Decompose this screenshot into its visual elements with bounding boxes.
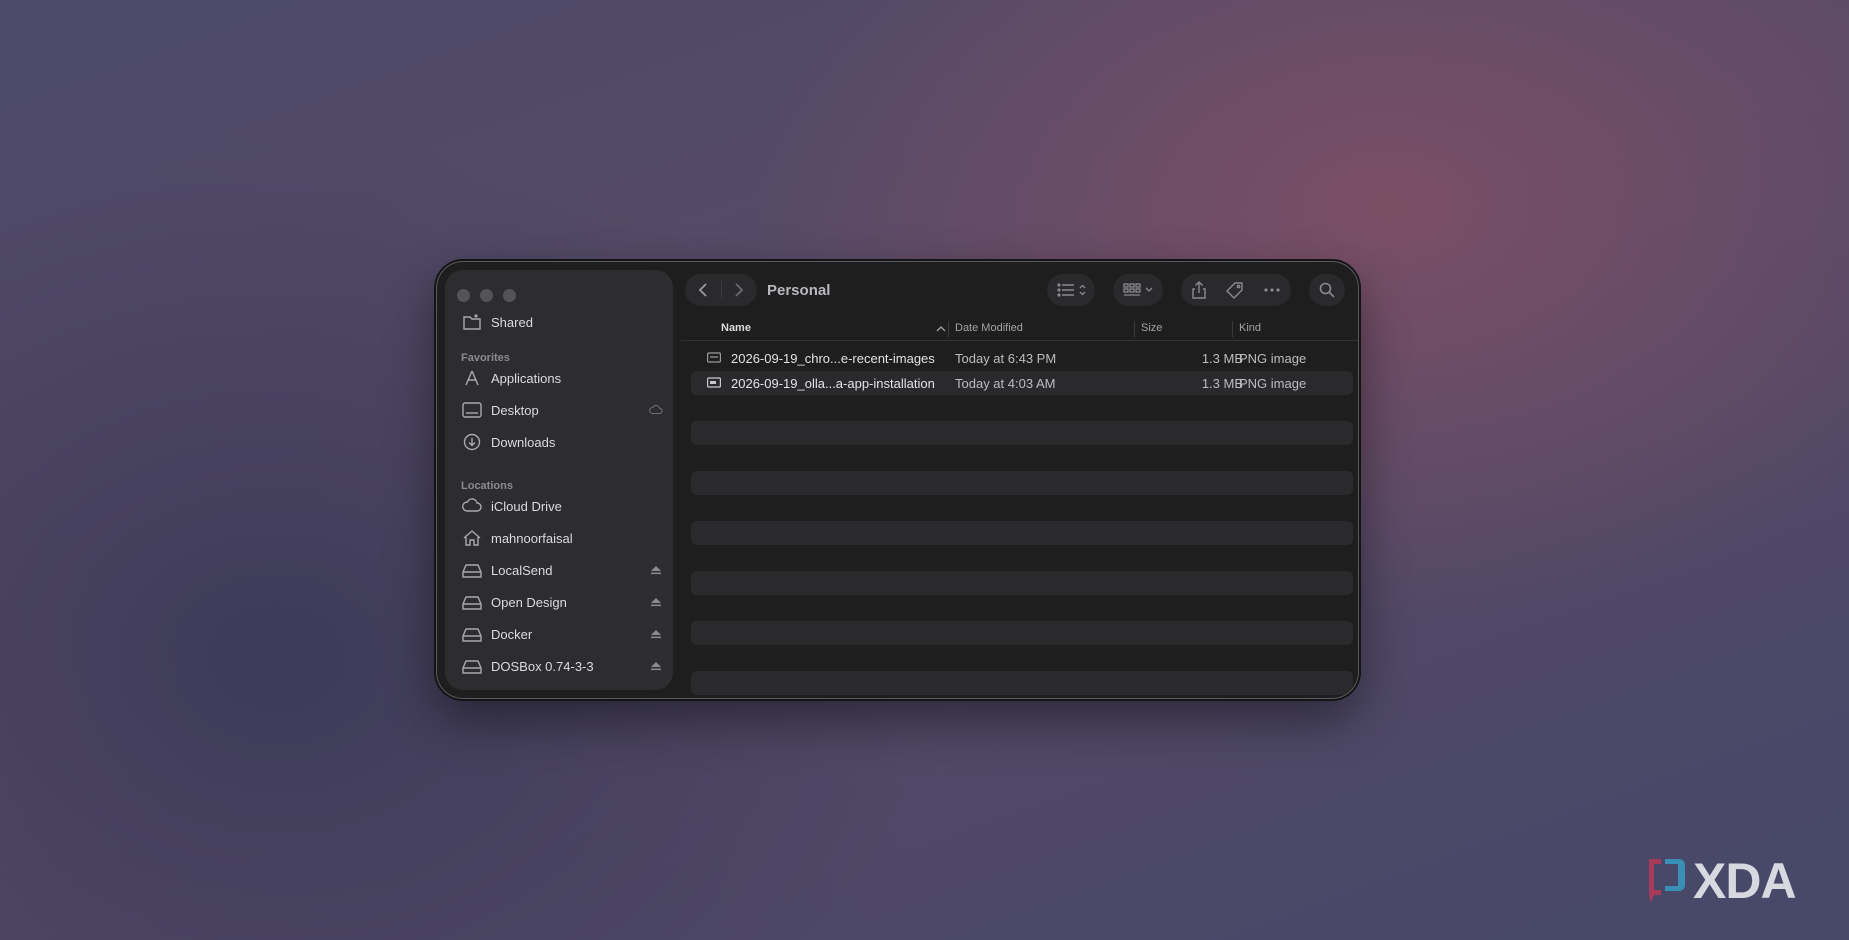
- eject-icon[interactable]: [649, 563, 663, 577]
- eject-icon[interactable]: [649, 627, 663, 641]
- sidebar-item-dosbox[interactable]: DOSBox 0.74-3-3: [461, 654, 665, 678]
- empty-row-stripe: [691, 521, 1353, 545]
- favorites-header: Favorites: [461, 352, 510, 364]
- chevron-right-icon: [735, 283, 744, 297]
- sidebar-item-applications[interactable]: Applications: [461, 366, 665, 390]
- column-kind[interactable]: Kind: [1239, 322, 1261, 334]
- locations-header: Locations: [461, 480, 513, 492]
- table-row[interactable]: 2026-09-19_chro...e-recent-images Today …: [691, 346, 1353, 370]
- view-mode-button[interactable]: [1047, 274, 1095, 306]
- applications-icon: [461, 369, 483, 387]
- file-size: 1.3 MB: [1201, 376, 1243, 391]
- drive-icon: [461, 561, 483, 579]
- empty-row-stripe: [691, 571, 1353, 595]
- drive-icon: [461, 593, 483, 611]
- forward-button[interactable]: [721, 274, 757, 306]
- eject-icon[interactable]: [649, 595, 663, 609]
- search-icon: [1319, 282, 1335, 298]
- column-header: Name Date Modified Size Kind: [681, 317, 1358, 341]
- file-date: Today at 6:43 PM: [955, 351, 1057, 366]
- chevron-left-icon: [698, 283, 707, 297]
- sidebar-item-desktop[interactable]: Desktop: [461, 398, 665, 422]
- eject-icon[interactable]: [649, 659, 663, 673]
- desktop-icon: [461, 401, 483, 419]
- file-size: 1.3 MB: [1201, 351, 1243, 366]
- icloud-sync-icon: [649, 404, 663, 415]
- sidebar-item-docker[interactable]: Docker: [461, 622, 665, 646]
- home-icon: [461, 529, 483, 547]
- sidebar-item-label: Applications: [491, 370, 562, 386]
- file-kind: PNG image: [1239, 376, 1307, 391]
- downloads-icon: [461, 433, 483, 451]
- list-view-icon: [1056, 283, 1074, 297]
- sidebar-item-icloud-drive[interactable]: iCloud Drive: [461, 494, 665, 518]
- toolbar: Personal: [681, 270, 1358, 310]
- sidebar-item-label: Downloads: [491, 434, 556, 450]
- sidebar-item-label: DOSBox 0.74-3-3: [491, 658, 594, 674]
- sidebar-item-open-design[interactable]: Open Design: [461, 590, 665, 614]
- empty-row-stripe: [691, 621, 1353, 645]
- sidebar-item-label: LocalSend: [491, 562, 553, 578]
- column-date-modified[interactable]: Date Modified: [955, 322, 1023, 334]
- png-file-icon: [707, 377, 721, 388]
- grid-icon: [1123, 283, 1141, 296]
- sidebar-item-label: Desktop: [491, 402, 539, 418]
- file-date: Today at 4:03 AM: [955, 376, 1056, 391]
- sidebar-item-label: Open Design: [491, 594, 567, 610]
- updown-chevron-icon: [1079, 284, 1085, 296]
- png-file-icon: [707, 352, 721, 363]
- file-kind: PNG image: [1239, 351, 1307, 366]
- navigation-buttons: [685, 274, 757, 306]
- main-content: Personal Name Date Modified Size Kind 20…: [681, 262, 1358, 698]
- close-button[interactable]: [457, 289, 470, 302]
- shared-folder-icon: [461, 313, 483, 331]
- minimize-button[interactable]: [480, 289, 493, 302]
- search-button[interactable]: [1309, 274, 1345, 306]
- icloud-icon: [461, 497, 483, 515]
- window-title: Personal: [767, 282, 831, 299]
- sidebar-item-localsend[interactable]: LocalSend: [461, 558, 665, 582]
- sidebar-item-label: Docker: [491, 626, 533, 642]
- sidebar-item-downloads[interactable]: Downloads: [461, 430, 665, 454]
- sidebar-item-label: Shared: [491, 314, 533, 330]
- finder-window: Shared Favorites Applications Desktop Do…: [437, 262, 1358, 698]
- sidebar-item-label: iCloud Drive: [491, 498, 562, 514]
- sidebar-item-label: mahnoorfaisal: [491, 530, 573, 546]
- group-button[interactable]: [1113, 274, 1163, 306]
- more-icon[interactable]: [1263, 287, 1281, 293]
- table-row[interactable]: 2026-09-19_olla...a-app-installation Tod…: [691, 371, 1353, 395]
- share-icon[interactable]: [1191, 281, 1207, 299]
- empty-row-stripe: [691, 671, 1353, 695]
- column-name[interactable]: Name: [721, 322, 751, 334]
- xda-watermark: XDA: [1645, 852, 1797, 910]
- xda-watermark-text: XDA: [1693, 853, 1797, 909]
- sidebar: Shared Favorites Applications Desktop Do…: [445, 270, 673, 690]
- file-name: 2026-09-19_olla...a-app-installation: [731, 376, 935, 391]
- window-controls: [457, 289, 516, 302]
- tag-icon[interactable]: [1225, 281, 1244, 299]
- chevron-down-icon: [1145, 287, 1153, 292]
- drive-icon: [461, 657, 483, 675]
- zoom-button[interactable]: [503, 289, 516, 302]
- empty-row-stripe: [691, 471, 1353, 495]
- xda-logo-icon: [1649, 859, 1685, 903]
- sort-ascending-icon: [936, 326, 946, 332]
- back-button[interactable]: [685, 274, 721, 306]
- column-size[interactable]: Size: [1141, 322, 1162, 334]
- drive-icon: [461, 625, 483, 643]
- sidebar-item-shared[interactable]: Shared: [461, 310, 665, 334]
- action-group: [1181, 274, 1291, 306]
- file-name: 2026-09-19_chro...e-recent-images: [731, 351, 935, 366]
- empty-row-stripe: [691, 421, 1353, 445]
- sidebar-item-home[interactable]: mahnoorfaisal: [461, 526, 665, 550]
